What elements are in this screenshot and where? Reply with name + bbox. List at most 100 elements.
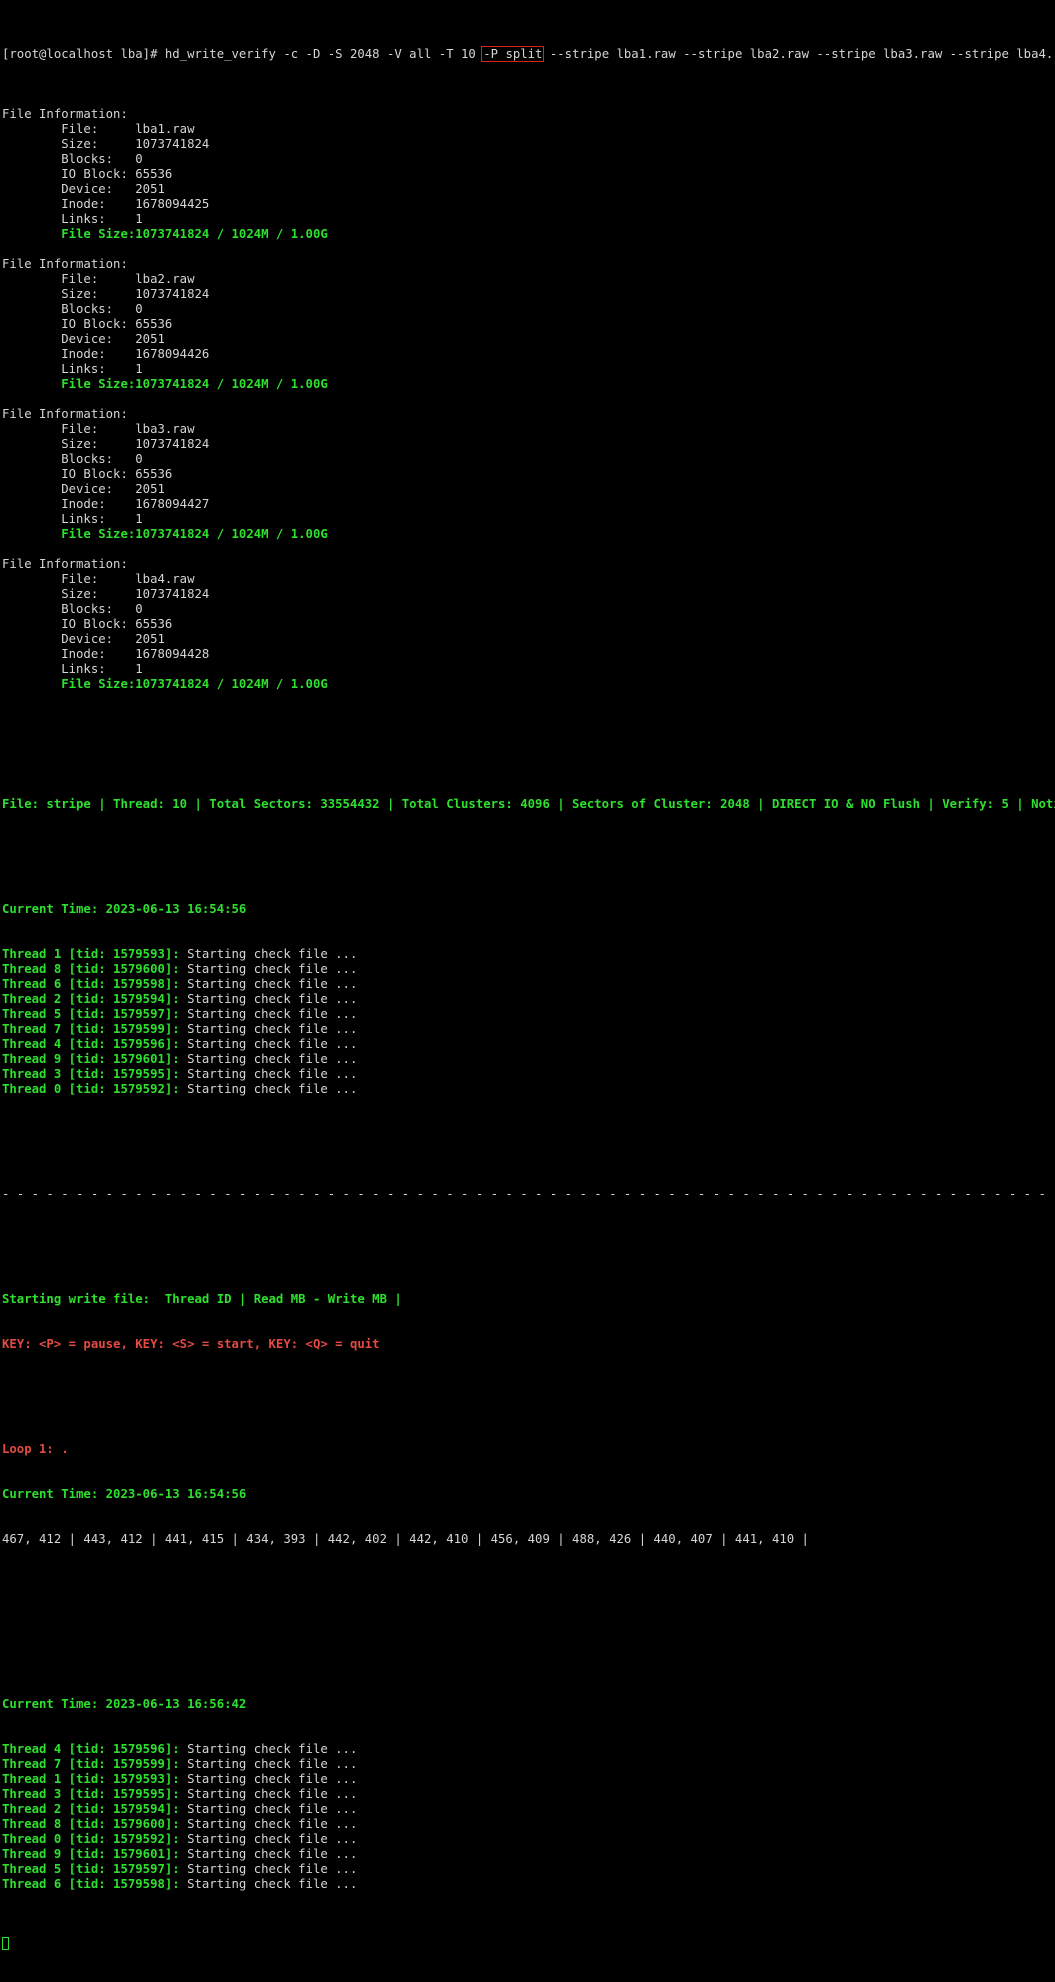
thread-status-line: Thread 7 [tid: 1579599]: Starting check … — [2, 1757, 1055, 1772]
file-field-device-label: Device: — [2, 482, 136, 496]
file-field-size-label: Size: — [2, 287, 136, 301]
file-information-header: File Information: — [2, 107, 128, 121]
file-field-device-value: 2051 — [135, 482, 165, 496]
file-field-size-value: 1073741824 — [135, 437, 210, 451]
file-field-ioblock-label: IO Block: — [2, 617, 136, 631]
write-file-header: Starting write file: Thread ID | Read MB… — [2, 1292, 402, 1306]
thread-status-line: Thread 4 [tid: 1579596]: Starting check … — [2, 1037, 1055, 1052]
separator-rule: - - - - - - - - - - - - - - - - - - - - … — [2, 1187, 1055, 1201]
file-field-size: Size: 1073741824 — [2, 587, 1055, 602]
file-field-name: File: lba2.raw — [2, 272, 1055, 287]
file-field-filesize-value: 1073741824 / 1024M / 1.00G — [135, 227, 328, 241]
file-field-inode-label: Inode: — [2, 497, 136, 511]
file-field-ioblock-label: IO Block: — [2, 167, 136, 181]
thread-status-line: Thread 9 [tid: 1579601]: Starting check … — [2, 1847, 1055, 1862]
file-field-links-value: 1 — [135, 662, 143, 676]
thread-id-prefix: Thread 9 [tid: 1579601]: — [2, 1847, 180, 1861]
file-information-section: File Information: File: lba1.raw Size: 1… — [2, 107, 1055, 707]
file-field-ioblock-value: 65536 — [135, 617, 173, 631]
file-field-links-label: Links: — [2, 662, 136, 676]
text-cursor — [2, 1937, 9, 1950]
file-field-blocks-value: 0 — [135, 302, 143, 316]
thread-id-prefix: Thread 8 [tid: 1579600]: — [2, 1817, 180, 1831]
file-information-header: File Information: — [2, 557, 128, 571]
thread-status-line: Thread 0 [tid: 1579592]: Starting check … — [2, 1082, 1055, 1097]
key-help-line: KEY: <P> = pause, KEY: <S> = start, KEY:… — [2, 1337, 380, 1351]
file-field-size-label: Size: — [2, 437, 136, 451]
shell-prompt: [root@localhost lba]# — [2, 47, 165, 61]
file-field-ioblock: IO Block: 65536 — [2, 617, 1055, 632]
thread-status-line: Thread 4 [tid: 1579596]: Starting check … — [2, 1742, 1055, 1757]
cursor-line — [2, 1937, 1055, 1952]
file-field-blocks-value: 0 — [135, 452, 143, 466]
file-information-header: File Information: — [2, 257, 128, 271]
file-information-header: File Information: — [2, 407, 128, 421]
thread-message: Starting check file ... — [179, 1742, 358, 1756]
thread-message: Starting check file ... — [179, 1877, 358, 1891]
file-field-blocks-label: Blocks: — [2, 602, 136, 616]
file-field-filesize-label: File Size: — [2, 377, 136, 391]
file-field-filesize: File Size:1073741824 / 1024M / 1.00G — [2, 227, 1055, 242]
file-field-filesize-value: 1073741824 / 1024M / 1.00G — [135, 527, 328, 541]
file-field-inode: Inode: 1678094426 — [2, 347, 1055, 362]
thread-id-prefix: Thread 8 [tid: 1579600]: — [2, 962, 180, 976]
thread-status-line: Thread 2 [tid: 1579594]: Starting check … — [2, 992, 1055, 1007]
terminal-output[interactable]: [root@localhost lba]# hd_write_verify -c… — [0, 0, 1055, 1982]
file-field-filesize-value: 1073741824 / 1024M / 1.00G — [135, 677, 328, 691]
thread-message: Starting check file ... — [179, 1037, 358, 1051]
thread-status-line: Thread 0 [tid: 1579592]: Starting check … — [2, 1832, 1055, 1847]
file-field-links: Links: 1 — [2, 662, 1055, 677]
file-information-block: File Information: File: lba2.raw Size: 1… — [2, 257, 1055, 407]
file-field-blocks-label: Blocks: — [2, 152, 136, 166]
file-information-block: File Information: File: lba3.raw Size: 1… — [2, 407, 1055, 557]
file-field-blocks: Blocks: 0 — [2, 302, 1055, 317]
file-field-links: Links: 1 — [2, 212, 1055, 227]
file-field-links-value: 1 — [135, 512, 143, 526]
highlighted-option-p-split: -P split — [481, 46, 545, 62]
file-field-size-label: Size: — [2, 587, 136, 601]
thread-id-prefix: Thread 9 [tid: 1579601]: — [2, 1052, 180, 1066]
thread-message: Starting check file ... — [179, 1067, 358, 1081]
thread-status-line: Thread 8 [tid: 1579600]: Starting check … — [2, 962, 1055, 977]
file-field-device: Device: 2051 — [2, 632, 1055, 647]
thread-id-prefix: Thread 6 [tid: 1579598]: — [2, 977, 180, 991]
run2-current-time: Current Time: 2023-06-13 16:56:42 — [2, 1697, 247, 1711]
thread-status-line: Thread 3 [tid: 1579595]: Starting check … — [2, 1787, 1055, 1802]
file-field-name-value: lba2.raw — [135, 272, 195, 286]
file-field-size-value: 1073741824 — [135, 137, 210, 151]
thread-message: Starting check file ... — [179, 1832, 358, 1846]
file-field-ioblock: IO Block: 65536 — [2, 317, 1055, 332]
file-field-ioblock-label: IO Block: — [2, 317, 136, 331]
thread-status-line: Thread 6 [tid: 1579598]: Starting check … — [2, 977, 1055, 992]
run1-current-time: Current Time: 2023-06-13 16:54:56 — [2, 902, 247, 916]
thread-message: Starting check file ... — [179, 1817, 358, 1831]
thread-message: Starting check file ... — [179, 977, 358, 991]
file-field-ioblock-value: 65536 — [135, 467, 173, 481]
file-field-links-value: 1 — [135, 212, 143, 226]
file-information-block: File Information: File: lba4.raw Size: 1… — [2, 557, 1055, 707]
file-field-inode-label: Inode: — [2, 197, 136, 211]
file-field-device-value: 2051 — [135, 632, 165, 646]
file-field-links-label: Links: — [2, 362, 136, 376]
file-field-ioblock: IO Block: 65536 — [2, 467, 1055, 482]
file-field-name-label: File: — [2, 122, 136, 136]
file-field-size-value: 1073741824 — [135, 287, 210, 301]
file-field-device: Device: 2051 — [2, 482, 1055, 497]
thread-status-line: Thread 1 [tid: 1579593]: Starting check … — [2, 947, 1055, 962]
file-field-size-value: 1073741824 — [135, 587, 210, 601]
file-field-name-value: lba3.raw — [135, 422, 195, 436]
thread-id-prefix: Thread 1 [tid: 1579593]: — [2, 1772, 180, 1786]
thread-id-prefix: Thread 2 [tid: 1579594]: — [2, 1802, 180, 1816]
file-field-ioblock-value: 65536 — [135, 317, 173, 331]
file-field-name-value: lba1.raw — [135, 122, 195, 136]
file-field-links-label: Links: — [2, 512, 136, 526]
thread-id-prefix: Thread 2 [tid: 1579594]: — [2, 992, 180, 1006]
file-field-device-label: Device: — [2, 632, 136, 646]
file-field-ioblock-value: 65536 — [135, 167, 173, 181]
